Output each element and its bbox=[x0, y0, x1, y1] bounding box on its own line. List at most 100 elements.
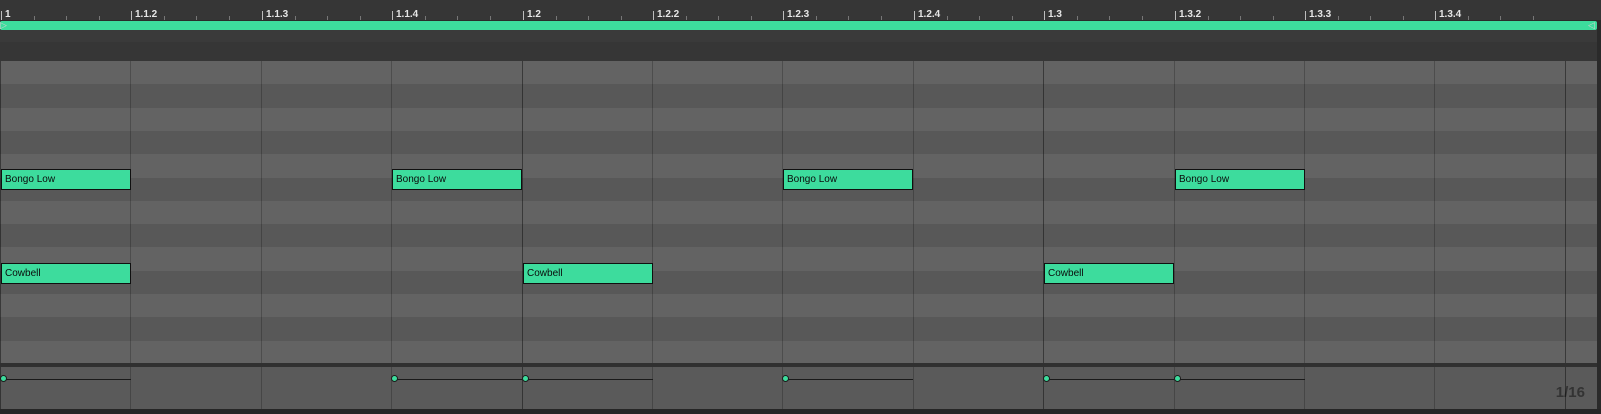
clip-lane-header bbox=[0, 42, 1601, 62]
grid-line bbox=[0, 367, 1, 409]
grid-line bbox=[782, 367, 783, 409]
grid-line bbox=[391, 61, 392, 363]
grid-line bbox=[0, 61, 1, 363]
grid-resolution-label[interactable]: 1/16 bbox=[1556, 384, 1585, 401]
pitch-lane[interactable] bbox=[0, 271, 1597, 295]
ruler-minor-tick bbox=[848, 16, 849, 20]
pitch-lane[interactable] bbox=[0, 317, 1597, 341]
ruler-minor-tick bbox=[718, 16, 719, 20]
midi-note[interactable]: Bongo Low bbox=[1, 169, 131, 190]
pitch-lane[interactable] bbox=[0, 247, 1597, 271]
ruler-minor-tick bbox=[881, 16, 882, 20]
grid-line bbox=[652, 367, 653, 409]
ruler-minor-tick bbox=[1370, 16, 1371, 20]
ruler-minor-tick bbox=[588, 16, 589, 20]
grid-line bbox=[1043, 367, 1044, 409]
velocity-handle[interactable] bbox=[782, 375, 789, 382]
loop-end-icon[interactable]: ◁ bbox=[1588, 21, 1595, 30]
grid-line bbox=[1304, 367, 1305, 409]
midi-note[interactable]: Bongo Low bbox=[783, 169, 913, 190]
ruler-minor-tick bbox=[1109, 16, 1110, 20]
velocity-handle[interactable] bbox=[0, 375, 7, 382]
ruler-minor-tick bbox=[229, 16, 230, 20]
pitch-lane[interactable] bbox=[0, 131, 1597, 155]
grid-line bbox=[522, 367, 523, 409]
velocity-line bbox=[783, 379, 913, 380]
velocity-lane[interactable]: 1/16 bbox=[0, 367, 1597, 409]
ruler-minor-tick bbox=[99, 16, 100, 20]
pitch-lane[interactable] bbox=[0, 201, 1597, 225]
ruler-minor-tick bbox=[1500, 16, 1501, 20]
ruler-minor-tick bbox=[425, 16, 426, 20]
ruler-tick bbox=[523, 11, 524, 20]
grid-line bbox=[1043, 61, 1044, 363]
pitch-lane[interactable] bbox=[0, 61, 1597, 85]
velocity-handle[interactable] bbox=[391, 375, 398, 382]
ruler-label: 1.2 bbox=[527, 9, 541, 20]
ruler-minor-tick bbox=[360, 16, 361, 20]
velocity-line bbox=[1175, 379, 1305, 380]
velocity-handle[interactable] bbox=[1174, 375, 1181, 382]
loop-brace[interactable] bbox=[0, 21, 1597, 30]
bottom-edge bbox=[0, 409, 1601, 414]
grid-line bbox=[522, 61, 523, 363]
grid-line bbox=[261, 367, 262, 409]
ruler-minor-tick bbox=[34, 16, 35, 20]
grid-line bbox=[130, 61, 131, 363]
vertical-scrollbar[interactable] bbox=[1597, 21, 1601, 409]
midi-note[interactable]: Cowbell bbox=[1, 263, 131, 284]
ruler-minor-tick bbox=[66, 16, 67, 20]
velocity-handle[interactable] bbox=[522, 375, 529, 382]
pitch-lane[interactable] bbox=[0, 294, 1597, 318]
ruler-tick bbox=[653, 11, 654, 20]
midi-note[interactable]: Bongo Low bbox=[392, 169, 522, 190]
ruler-minor-tick bbox=[686, 16, 687, 20]
grid-line bbox=[261, 61, 262, 363]
ruler-tick bbox=[1305, 11, 1306, 20]
ruler-label: 1.1.4 bbox=[396, 9, 419, 20]
ruler-minor-tick bbox=[1533, 16, 1534, 20]
ruler-label: 1.3.3 bbox=[1309, 9, 1332, 20]
grid-line bbox=[1174, 61, 1175, 363]
ruler-minor-tick bbox=[295, 16, 296, 20]
ruler-minor-tick bbox=[490, 16, 491, 20]
ruler-minor-tick bbox=[1077, 16, 1078, 20]
grid-line bbox=[652, 61, 653, 363]
grid-line bbox=[1434, 61, 1435, 363]
ruler-minor-tick bbox=[1338, 16, 1339, 20]
velocity-handle[interactable] bbox=[1043, 375, 1050, 382]
ruler-label: 1.2.4 bbox=[918, 9, 941, 20]
midi-note[interactable]: Cowbell bbox=[523, 263, 653, 284]
midi-note[interactable]: Cowbell bbox=[1044, 263, 1174, 284]
pitch-lane[interactable] bbox=[0, 108, 1597, 132]
note-grid[interactable]: Bongo Low Bongo Low Bongo Low Bongo Low Cowb… bbox=[0, 61, 1597, 363]
grid-line bbox=[1565, 61, 1566, 363]
ruler-tick bbox=[131, 11, 132, 20]
midi-note-editor: 1 1.1.2 1.1.3 1.1.4 1.2 1.2.2 1.2.3 1.2.4 1.3 1.3… bbox=[0, 0, 1601, 414]
grid-line bbox=[130, 367, 131, 409]
ruler-tick bbox=[1435, 11, 1436, 20]
ruler-tick bbox=[1, 11, 2, 20]
pitch-lane[interactable] bbox=[0, 224, 1597, 248]
ruler-minor-tick bbox=[556, 16, 557, 20]
ruler-minor-tick bbox=[1468, 16, 1469, 20]
ruler-label: 1.2.3 bbox=[787, 9, 810, 20]
ruler-label: 1 bbox=[5, 9, 11, 20]
ruler-tick bbox=[914, 11, 915, 20]
ruler-minor-tick bbox=[1142, 16, 1143, 20]
beat-time-ruler[interactable]: 1 1.1.2 1.1.3 1.1.4 1.2 1.2.2 1.2.3 1.2.4 1.3 1.3… bbox=[0, 0, 1601, 21]
ruler-minor-tick bbox=[979, 16, 980, 20]
ruler-minor-tick bbox=[457, 16, 458, 20]
ruler-label: 1.3.4 bbox=[1439, 9, 1462, 20]
ruler-minor-tick bbox=[1273, 16, 1274, 20]
ruler-minor-tick bbox=[1208, 16, 1209, 20]
pitch-lane[interactable] bbox=[0, 341, 1597, 363]
velocity-line bbox=[1, 379, 131, 380]
midi-note[interactable]: Bongo Low bbox=[1175, 169, 1305, 190]
ruler-label: 1.2.2 bbox=[657, 9, 680, 20]
pitch-lane[interactable] bbox=[0, 84, 1597, 108]
ruler-tick bbox=[1175, 11, 1176, 20]
ruler-minor-tick bbox=[1012, 16, 1013, 20]
ruler-label: 1.1.3 bbox=[266, 9, 289, 20]
loop-start-icon[interactable]: ▷ bbox=[0, 21, 7, 30]
